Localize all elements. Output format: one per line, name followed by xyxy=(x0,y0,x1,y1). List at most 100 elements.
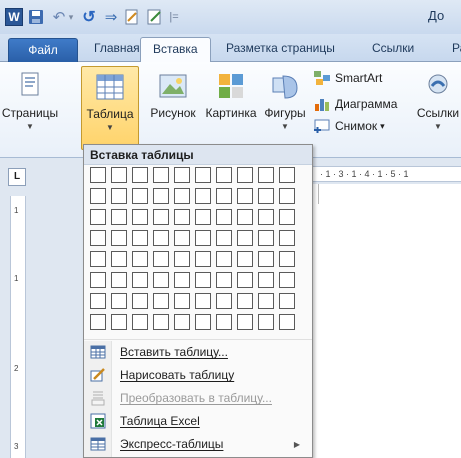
grid-cell[interactable] xyxy=(258,314,274,330)
tab-page-layout[interactable]: Разметка страницы xyxy=(214,37,347,61)
grid-cell[interactable] xyxy=(279,251,295,267)
grid-cell[interactable] xyxy=(90,251,106,267)
grid-cell[interactable] xyxy=(279,293,295,309)
grid-cell[interactable] xyxy=(90,230,106,246)
grid-cell[interactable] xyxy=(279,230,295,246)
grid-cell[interactable] xyxy=(132,293,148,309)
grid-cell[interactable] xyxy=(195,272,211,288)
grid-cell[interactable] xyxy=(153,188,169,204)
grid-cell[interactable] xyxy=(216,188,232,204)
grid-cell[interactable] xyxy=(216,251,232,267)
grid-cell[interactable] xyxy=(258,293,274,309)
grid-cell[interactable] xyxy=(153,230,169,246)
grid-cell[interactable] xyxy=(258,209,274,225)
grid-cell[interactable] xyxy=(237,251,253,267)
grid-cell[interactable] xyxy=(216,230,232,246)
grid-cell[interactable] xyxy=(279,209,295,225)
grid-cell[interactable] xyxy=(111,293,127,309)
grid-cell[interactable] xyxy=(279,167,295,183)
grid-cell[interactable] xyxy=(174,230,190,246)
grid-cell[interactable] xyxy=(279,188,295,204)
grid-cell[interactable] xyxy=(195,251,211,267)
grid-cell[interactable] xyxy=(279,314,295,330)
grid-cell[interactable] xyxy=(174,272,190,288)
document-page[interactable] xyxy=(312,184,461,458)
grid-cell[interactable] xyxy=(111,188,127,204)
tab-mailings[interactable]: Ра xyxy=(440,37,461,61)
grid-cell[interactable] xyxy=(216,293,232,309)
smartart-button[interactable]: SmartArt xyxy=(313,68,382,88)
shapes-button[interactable]: Фигуры ▼ xyxy=(261,66,309,150)
grid-cell[interactable] xyxy=(237,230,253,246)
table-button[interactable]: Таблица ▼ xyxy=(81,66,139,150)
grid-cell[interactable] xyxy=(90,293,106,309)
pages-button[interactable]: Страницы ▼ xyxy=(0,66,60,150)
grid-cell[interactable] xyxy=(216,167,232,183)
grid-cell[interactable] xyxy=(258,167,274,183)
grid-cell[interactable] xyxy=(111,230,127,246)
grid-cell[interactable] xyxy=(258,251,274,267)
grid-cell[interactable] xyxy=(132,314,148,330)
tab-insert[interactable]: Вставка xyxy=(140,37,211,63)
grid-cell[interactable] xyxy=(258,188,274,204)
grid-cell[interactable] xyxy=(216,314,232,330)
grid-cell[interactable] xyxy=(195,167,211,183)
undo-dropdown-icon[interactable]: ▾ xyxy=(66,8,76,26)
grid-cell[interactable] xyxy=(195,293,211,309)
grid-cell[interactable] xyxy=(174,314,190,330)
grid-cell[interactable] xyxy=(111,167,127,183)
grid-cell[interactable] xyxy=(132,188,148,204)
horizontal-ruler[interactable]: · 1 · 3 · 1 · 4 · 1 · 5 · 1 xyxy=(312,166,461,182)
grid-cell[interactable] xyxy=(195,209,211,225)
grid-cell[interactable] xyxy=(195,314,211,330)
menu-item-quick-tables[interactable]: Экспресс-таблицы ▶ xyxy=(84,433,312,455)
customize-toolbar-icon[interactable]: |= xyxy=(169,8,178,26)
grid-cell[interactable] xyxy=(90,314,106,330)
print-preview-icon[interactable] xyxy=(146,8,164,26)
grid-cell[interactable] xyxy=(195,188,211,204)
clipart-button[interactable]: Картинка xyxy=(201,66,261,150)
grid-cell[interactable] xyxy=(111,272,127,288)
grid-cell[interactable] xyxy=(279,272,295,288)
picture-button[interactable]: Рисунок xyxy=(145,66,201,150)
grid-cell[interactable] xyxy=(132,209,148,225)
redo-icon[interactable]: ↺ xyxy=(82,8,96,26)
grid-cell[interactable] xyxy=(90,209,106,225)
grid-cell[interactable] xyxy=(90,272,106,288)
tab-file[interactable]: Файл xyxy=(8,38,78,62)
grid-cell[interactable] xyxy=(237,314,253,330)
grid-cell[interactable] xyxy=(132,230,148,246)
grid-cell[interactable] xyxy=(174,209,190,225)
grid-cell[interactable] xyxy=(216,272,232,288)
links-button[interactable]: Ссылки ▼ xyxy=(414,66,461,150)
new-document-icon[interactable] xyxy=(124,8,140,26)
grid-cell[interactable] xyxy=(132,251,148,267)
word-app-icon[interactable]: W xyxy=(5,8,23,26)
grid-cell[interactable] xyxy=(153,209,169,225)
grid-cell[interactable] xyxy=(174,251,190,267)
menu-item-draw-table[interactable]: Нарисовать таблицу xyxy=(84,364,312,386)
grid-cell[interactable] xyxy=(237,167,253,183)
grid-cell[interactable] xyxy=(153,251,169,267)
grid-cell[interactable] xyxy=(237,272,253,288)
screenshot-button[interactable]: Снимок ▾ xyxy=(313,116,385,136)
grid-cell[interactable] xyxy=(216,209,232,225)
grid-cell[interactable] xyxy=(153,272,169,288)
grid-cell[interactable] xyxy=(153,314,169,330)
chart-button[interactable]: Диаграмма xyxy=(313,94,397,114)
grid-cell[interactable] xyxy=(153,293,169,309)
grid-cell[interactable] xyxy=(237,293,253,309)
table-size-grid[interactable] xyxy=(90,167,304,337)
grid-cell[interactable] xyxy=(132,167,148,183)
grid-cell[interactable] xyxy=(90,167,106,183)
undo-icon[interactable]: ↶ xyxy=(52,8,66,26)
save-icon[interactable] xyxy=(28,8,44,26)
grid-cell[interactable] xyxy=(111,209,127,225)
grid-cell[interactable] xyxy=(237,209,253,225)
grid-cell[interactable] xyxy=(174,167,190,183)
grid-cell[interactable] xyxy=(111,314,127,330)
menu-item-insert-table[interactable]: Вставить таблицу... xyxy=(84,341,312,363)
vertical-ruler[interactable]: 1 1 2 3 xyxy=(10,196,26,458)
tab-selector-icon[interactable]: L xyxy=(8,168,26,186)
format-painter-icon[interactable]: ⇒ xyxy=(102,8,120,26)
